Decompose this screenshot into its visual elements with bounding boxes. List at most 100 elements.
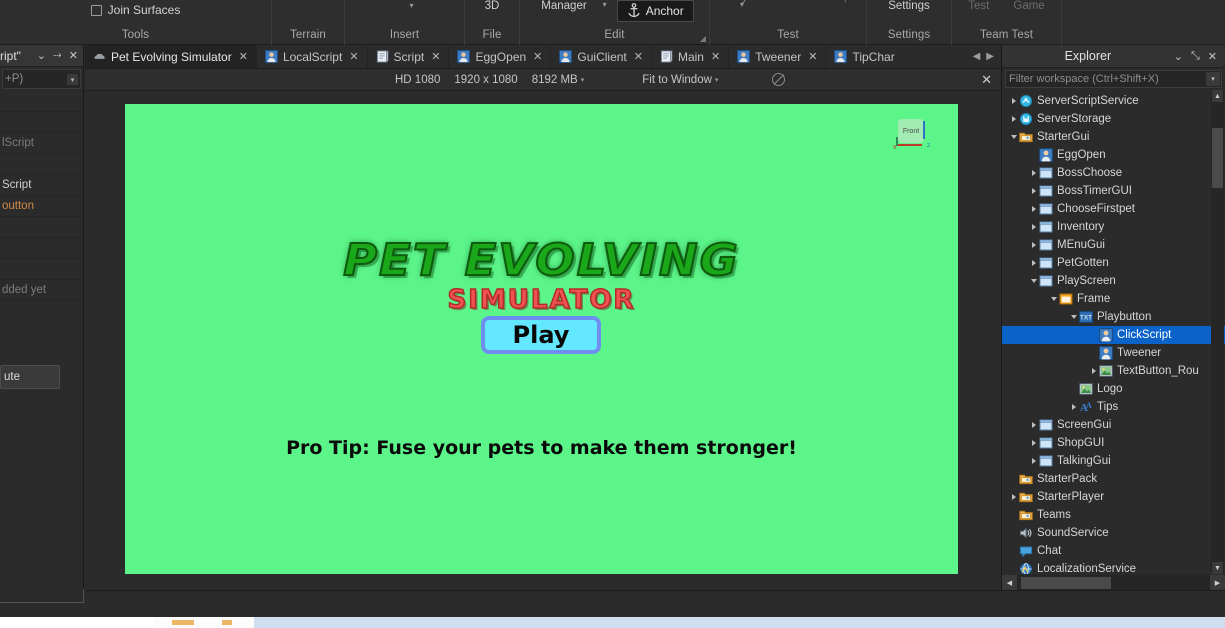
explorer-node-soundservice[interactable]: SoundService: [1002, 524, 1225, 542]
edit-color-label[interactable]: Color: [638, 0, 665, 3]
properties-filter-input[interactable]: +P) ▾: [2, 69, 81, 89]
tree-toggle-open-icon[interactable]: [1008, 135, 1019, 139]
explorer-node-petgotten[interactable]: PetGotten: [1002, 254, 1225, 272]
no-entry-icon[interactable]: [772, 73, 786, 86]
tab-close-icon[interactable]: ✕: [533, 50, 542, 63]
explorer-node-serverscriptservice[interactable]: ServerScriptService: [1002, 92, 1225, 110]
scroll-right-icon[interactable]: ▶: [1210, 575, 1225, 590]
tab-close-icon[interactable]: ✕: [711, 50, 720, 63]
tab-localscript[interactable]: LocalScript ✕: [256, 45, 368, 68]
explorer-node-talkinggui[interactable]: TalkingGui: [1002, 452, 1225, 470]
explorer-node-bosschoose[interactable]: BossChoose: [1002, 164, 1225, 182]
tab-eggopen[interactable]: EggOpen ✕: [449, 45, 552, 68]
explorer-node-playscreen[interactable]: PlayScreen: [1002, 272, 1225, 290]
explorer-node-startergui[interactable]: StarterGui: [1002, 128, 1225, 146]
explorer-vertical-scrollbar[interactable]: ▲ ▼: [1211, 90, 1224, 574]
popout-icon[interactable]: ⤡: [1187, 50, 1204, 63]
explorer-hscroll-thumb[interactable]: [1021, 577, 1111, 589]
explorer-node-screengui[interactable]: ScreenGui: [1002, 416, 1225, 434]
explorer-node-choosefirstpet[interactable]: ChooseFirstpet: [1002, 200, 1225, 218]
test-play-label[interactable]: Play: [726, 0, 748, 3]
popout-icon[interactable]: ⤑: [53, 49, 62, 62]
explorer-node-chat[interactable]: Chat: [1002, 542, 1225, 560]
tree-toggle-open-icon[interactable]: [1028, 279, 1039, 283]
game-settings-top-label[interactable]: Game: [893, 0, 924, 3]
tree-toggle-closed-icon[interactable]: [1008, 116, 1019, 122]
explorer-node-starterpack[interactable]: StarterPack: [1002, 470, 1225, 488]
tab-tipchar[interactable]: TipChar: [826, 45, 903, 68]
insert-ui-label[interactable]: UI: [437, 0, 449, 3]
explorer-node-bosstimergui[interactable]: BossTimerGUI: [1002, 182, 1225, 200]
explorer-node-inventory[interactable]: Inventory: [1002, 218, 1225, 236]
file-import-label[interactable]: Import: [476, 0, 509, 3]
explorer-node-serverstorage[interactable]: ServerStorage: [1002, 110, 1225, 128]
tab-tweener[interactable]: Tweener ✕: [729, 45, 827, 68]
properties-action-button[interactable]: ute: [0, 365, 60, 389]
tree-toggle-closed-icon[interactable]: [1088, 368, 1099, 374]
property-row[interactable]: lScript: [0, 133, 83, 154]
tree-toggle-closed-icon[interactable]: [1068, 404, 1079, 410]
tab-close-icon[interactable]: ✕: [239, 50, 248, 63]
join-surfaces-checkbox-icon[interactable]: [90, 4, 102, 16]
tab-pet-evolving-simulator[interactable]: Pet Evolving Simulator ✕: [85, 45, 257, 68]
tree-toggle-closed-icon[interactable]: [1028, 260, 1039, 266]
explorer-hscroll-track[interactable]: [1017, 576, 1210, 589]
tool-scale-label[interactable]: Scale: [138, 0, 167, 3]
tab-guiclient[interactable]: GuiClient ✕: [551, 45, 652, 68]
scroll-down-icon[interactable]: ▼: [1212, 562, 1223, 574]
property-row[interactable]: outton: [0, 196, 83, 217]
explorer-node-teams[interactable]: Teams: [1002, 506, 1225, 524]
explorer-node-starterplayer[interactable]: StarterPlayer: [1002, 488, 1225, 506]
tree-toggle-closed-icon[interactable]: [1008, 494, 1019, 500]
view-cube-front-face[interactable]: Front: [898, 119, 924, 143]
explorer-node-tips[interactable]: A A Tips: [1002, 398, 1225, 416]
explorer-node-frame[interactable]: Frame: [1002, 290, 1225, 308]
tab-close-icon[interactable]: ✕: [808, 50, 817, 63]
property-row[interactable]: [0, 154, 83, 175]
tab-close-icon[interactable]: ✕: [349, 50, 358, 63]
tab-script[interactable]: Script ✕: [367, 45, 450, 68]
insert-part-label[interactable]: Part: [408, 0, 429, 3]
property-row[interactable]: [0, 238, 83, 259]
explorer-horizontal-scrollbar[interactable]: ◀ ▶: [1002, 575, 1225, 590]
tree-toggle-closed-icon[interactable]: [1028, 458, 1039, 464]
explorer-node-tweener[interactable]: Tweener: [1002, 344, 1225, 362]
tree-toggle-closed-icon[interactable]: [1028, 224, 1039, 230]
tree-toggle-closed-icon[interactable]: [1008, 98, 1019, 104]
tree-toggle-closed-icon[interactable]: [1028, 422, 1039, 428]
tab-scroll-left-icon[interactable]: ◀: [971, 51, 983, 62]
chevron-down-icon[interactable]: ⌄: [37, 49, 46, 62]
explorer-filter-chevron-down-icon[interactable]: ▾: [1206, 72, 1220, 86]
property-row[interactable]: Script: [0, 175, 83, 196]
explorer-filter-input[interactable]: Filter workspace (Ctrl+Shift+X) ▾: [1005, 70, 1222, 88]
tree-toggle-closed-icon[interactable]: [1028, 242, 1039, 248]
explorer-node-textbutton-rou[interactable]: TextButton_Rou: [1002, 362, 1225, 380]
property-row[interactable]: [0, 259, 83, 280]
play-button[interactable]: Play: [481, 316, 601, 354]
properties-filter-chevron-down-icon[interactable]: ▾: [67, 74, 78, 85]
scroll-left-icon[interactable]: ◀: [1002, 575, 1017, 590]
explorer-node-logo[interactable]: Logo: [1002, 380, 1225, 398]
property-row[interactable]: dded yet: [0, 280, 83, 301]
tool-move-label[interactable]: Move: [102, 0, 130, 3]
tool-select-label[interactable]: Select: [62, 0, 94, 3]
terrain-editor-label[interactable]: Editor: [293, 0, 323, 3]
chevron-down-icon[interactable]: ⌄: [1170, 50, 1187, 63]
tree-toggle-closed-icon[interactable]: [1028, 170, 1039, 176]
close-icon[interactable]: ✕: [69, 49, 78, 62]
viewport-close-icon[interactable]: ✕: [981, 72, 992, 88]
explorer-scroll-thumb[interactable]: [1212, 128, 1223, 188]
anchor-button[interactable]: Anchor: [616, 0, 694, 22]
tab-main[interactable]: Main ✕: [651, 45, 730, 68]
tree-toggle-closed-icon[interactable]: [1028, 188, 1039, 194]
property-row[interactable]: [0, 91, 83, 112]
tree-toggle-open-icon[interactable]: [1068, 315, 1079, 319]
viewport-fit-dropdown[interactable]: Fit to Window ▾: [642, 74, 718, 86]
explorer-node-clickscript[interactable]: ClickScript: [1002, 326, 1225, 344]
tool-rotate-label[interactable]: Rotate: [175, 0, 209, 3]
close-icon[interactable]: ✕: [1204, 50, 1221, 63]
explorer-tree[interactable]: ServerScriptService ServerStorage StarterG…: [1002, 90, 1225, 574]
explorer-node-localizationservice[interactable]: LocalizationService: [1002, 560, 1225, 574]
property-row[interactable]: [0, 112, 83, 133]
edit-material-label[interactable]: Material: [563, 0, 604, 3]
